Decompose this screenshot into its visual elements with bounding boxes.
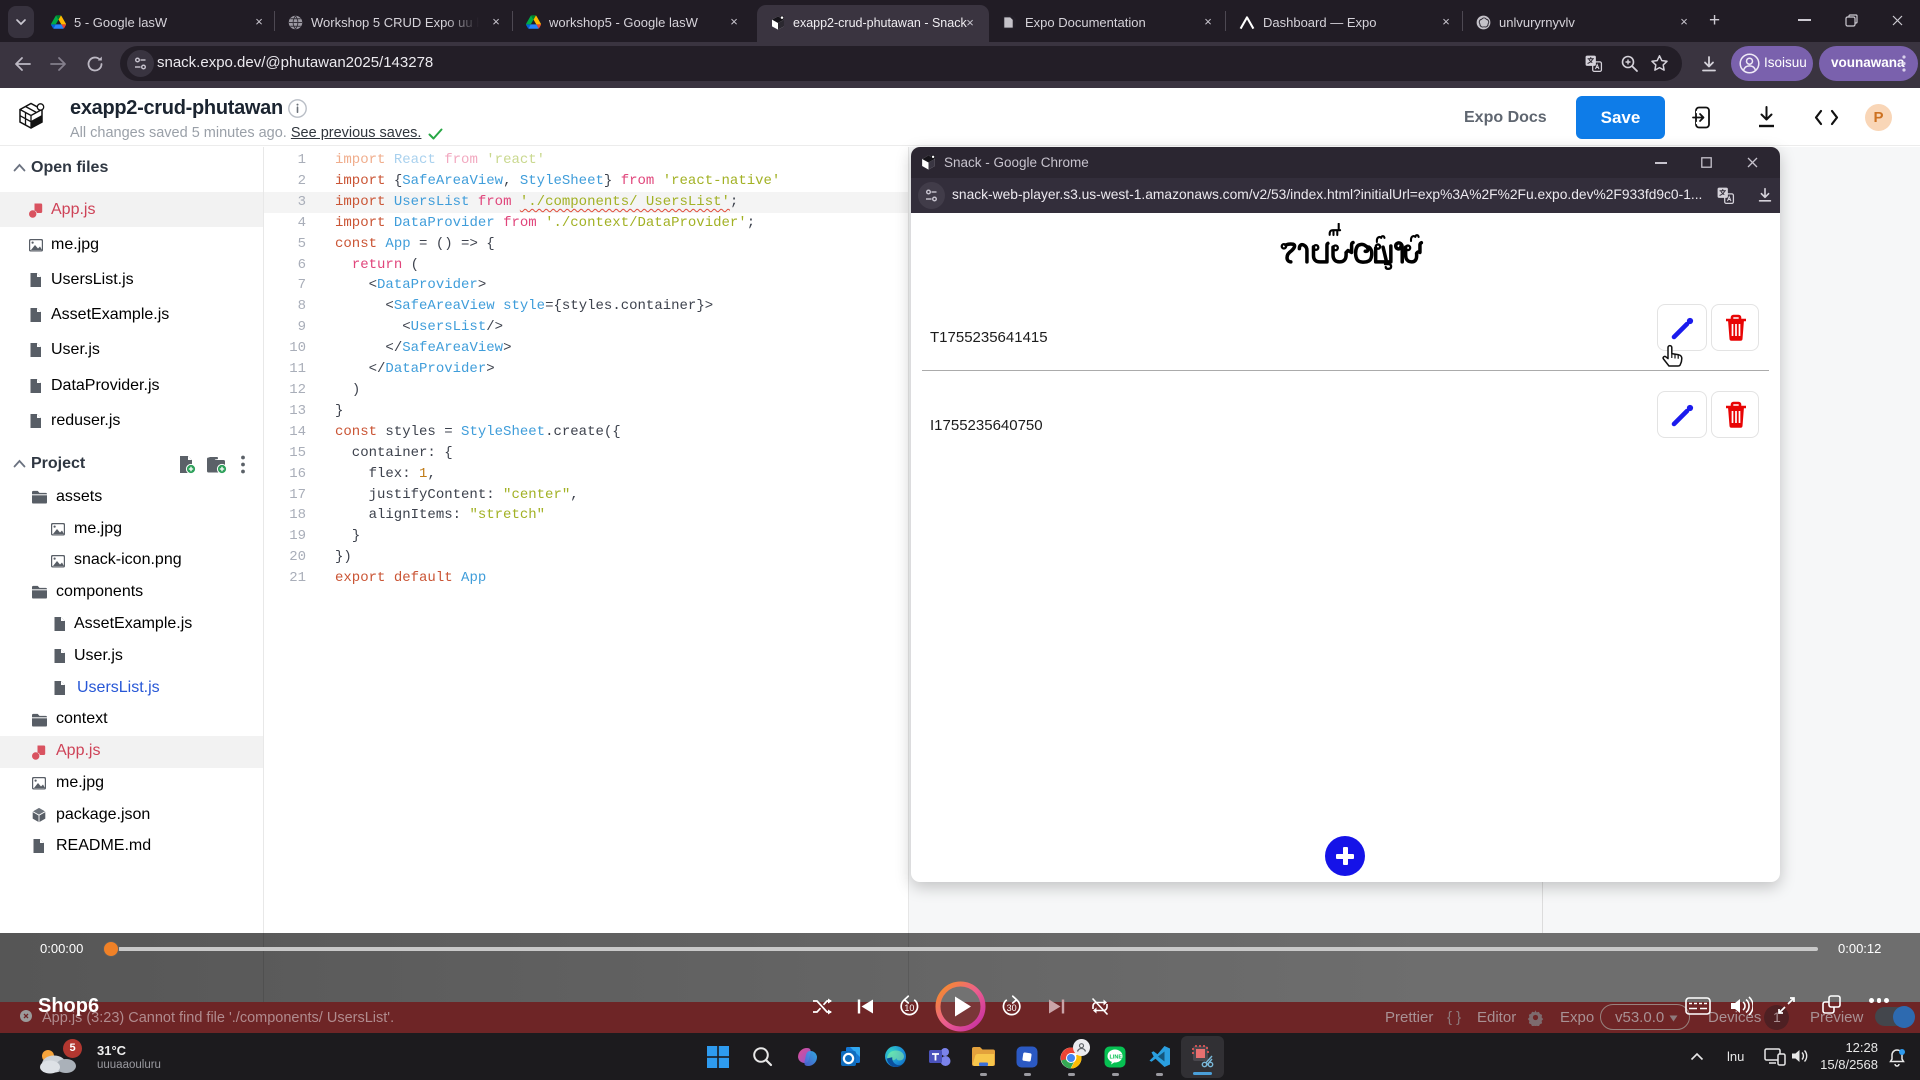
svg-text:30: 30 [1007,1003,1017,1013]
svg-text:10: 10 [904,1003,914,1013]
svg-text:LINE: LINE [1110,1055,1123,1061]
